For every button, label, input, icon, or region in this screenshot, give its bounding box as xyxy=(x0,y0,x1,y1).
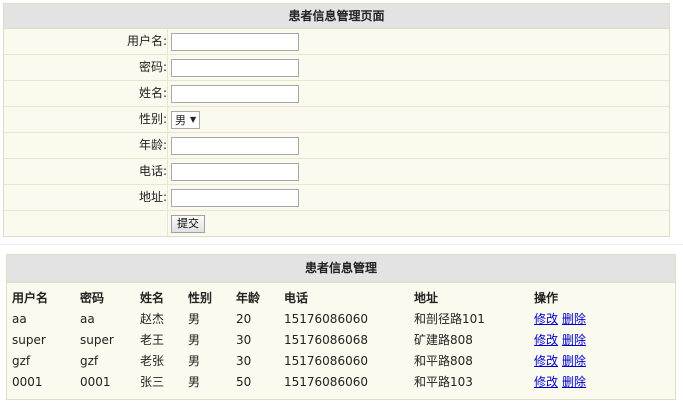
form-row-age: 年龄: xyxy=(4,133,669,159)
cell-name: 赵杰 xyxy=(140,312,165,326)
cell-address: 和平路808 xyxy=(414,354,473,368)
submit-label-spacer xyxy=(4,211,168,236)
age-input[interactable] xyxy=(171,136,299,155)
cell-phone: 15176086068 xyxy=(284,332,368,347)
cell-age: 30 xyxy=(236,353,252,368)
form-row-address: 地址: xyxy=(4,185,669,211)
cell-name: 张三 xyxy=(140,375,165,389)
gender-select[interactable]: 男 ▼ xyxy=(171,110,201,129)
form-row-phone: 电话: xyxy=(4,159,669,185)
patient-form-panel: 患者信息管理页面 用户名: 密码: 姓名: 性别: 男 ▼ 年龄: 电话: 地址… xyxy=(3,3,670,237)
column-header: 性别 xyxy=(188,291,213,305)
name-label: 姓名: xyxy=(4,81,168,106)
address-input[interactable] xyxy=(171,188,299,207)
cell-actions: 修改 删除 xyxy=(529,329,675,350)
form-row-password: 密码: xyxy=(4,55,669,81)
form-row-submit: 提交 xyxy=(4,211,669,236)
table-header-row: 用户名 密码 姓名 性别 年龄 电话 地址 操作 xyxy=(7,287,675,308)
dropdown-arrow-icon: ▼ xyxy=(190,115,197,124)
edit-link[interactable]: 修改 xyxy=(534,312,558,326)
cell-username: aa xyxy=(12,311,27,326)
delete-link[interactable]: 删除 xyxy=(562,312,586,326)
patient-table-panel: 患者信息管理 用户名 密码 姓名 性别 年龄 电话 地址 操作 aa aa 赵杰 xyxy=(6,254,676,400)
cell-gender: 男 xyxy=(188,354,201,368)
cell-gender: 男 xyxy=(188,312,201,326)
column-header: 年龄 xyxy=(236,291,261,305)
cell-password: super xyxy=(80,332,114,347)
column-header: 用户名 xyxy=(12,291,49,305)
cell-gender: 男 xyxy=(188,333,201,347)
cell-address: 和剖径路101 xyxy=(414,312,485,326)
username-input[interactable] xyxy=(171,32,299,51)
form-row-username: 用户名: xyxy=(4,29,669,55)
cell-address: 和平路103 xyxy=(414,375,473,389)
cell-password: aa xyxy=(80,311,95,326)
cell-address: 矿建路808 xyxy=(414,333,473,347)
cell-password: gzf xyxy=(80,353,99,368)
edit-link[interactable]: 修改 xyxy=(534,354,558,368)
form-row-name: 姓名: xyxy=(4,81,669,107)
cell-age: 30 xyxy=(236,332,252,347)
cell-name: 老王 xyxy=(140,333,165,347)
phone-input[interactable] xyxy=(171,162,299,181)
cell-username: super xyxy=(12,332,46,347)
patient-table: 用户名 密码 姓名 性别 年龄 电话 地址 操作 aa aa 赵杰 男 20 1… xyxy=(7,287,675,392)
column-header: 密码 xyxy=(80,291,105,305)
address-label: 地址: xyxy=(4,185,168,210)
name-input[interactable] xyxy=(171,84,299,103)
cell-actions: 修改 删除 xyxy=(529,371,675,392)
username-label: 用户名: xyxy=(4,29,168,54)
cell-age: 20 xyxy=(236,311,252,326)
column-header: 姓名 xyxy=(140,291,165,305)
phone-label: 电话: xyxy=(4,159,168,184)
form-title: 患者信息管理页面 xyxy=(4,4,669,29)
cell-phone: 15176086060 xyxy=(284,353,368,368)
delete-link[interactable]: 删除 xyxy=(562,333,586,347)
submit-button[interactable]: 提交 xyxy=(171,214,205,233)
section-divider xyxy=(0,244,683,245)
age-label: 年龄: xyxy=(4,133,168,158)
cell-phone: 15176086060 xyxy=(284,374,368,389)
cell-actions: 修改 删除 xyxy=(529,350,675,371)
gender-label: 性别: xyxy=(4,107,168,132)
cell-password: 0001 xyxy=(80,374,111,389)
column-header: 操作 xyxy=(534,291,559,305)
cell-username: gzf xyxy=(12,353,31,368)
password-label: 密码: xyxy=(4,55,168,80)
cell-phone: 15176086060 xyxy=(284,311,368,326)
table-row: 0001 0001 张三 男 50 15176086060 和平路103 修改删… xyxy=(7,371,675,392)
form-row-gender: 性别: 男 ▼ xyxy=(4,107,669,133)
password-input[interactable] xyxy=(171,58,299,77)
cell-actions: 修改 删除 xyxy=(529,308,675,329)
table-title: 患者信息管理 xyxy=(7,255,675,283)
edit-link[interactable]: 修改 xyxy=(534,333,558,347)
cell-username: 0001 xyxy=(12,374,43,389)
gender-select-value: 男 xyxy=(175,113,186,127)
column-header: 地址 xyxy=(414,291,439,305)
delete-link[interactable]: 删除 xyxy=(562,354,586,368)
table-row: super super 老王 男 30 15176086068 矿建路808 修… xyxy=(7,329,675,350)
cell-name: 老张 xyxy=(140,354,165,368)
table-row: gzf gzf 老张 男 30 15176086060 和平路808 修改 删除 xyxy=(7,350,675,371)
edit-link[interactable]: 修改 xyxy=(534,375,558,389)
cell-age: 50 xyxy=(236,374,252,389)
delete-link[interactable]: 删除 xyxy=(562,375,586,389)
cell-gender: 男 xyxy=(188,375,201,389)
column-header: 电话 xyxy=(284,291,309,305)
table-row: aa aa 赵杰 男 20 15176086060 和剖径路101 修改 删除 xyxy=(7,308,675,329)
